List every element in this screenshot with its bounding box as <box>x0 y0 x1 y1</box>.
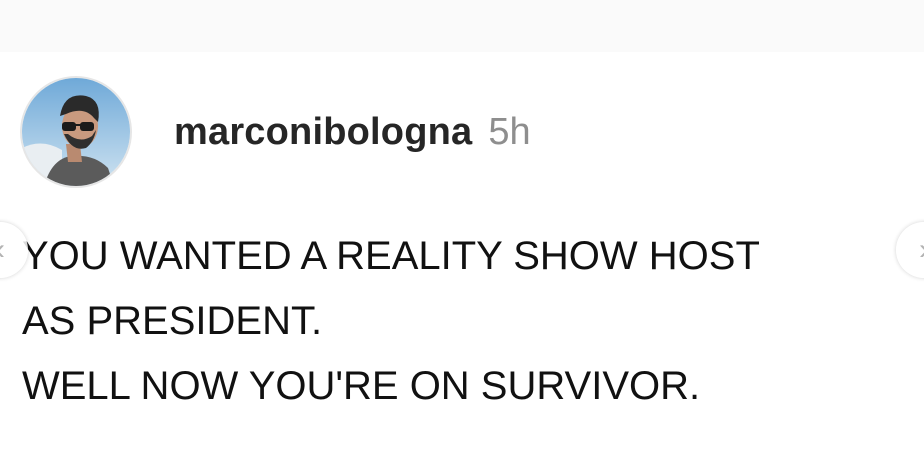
caption-line: WELL NOW YOU'RE ON SURVIVOR. <box>22 364 701 408</box>
chevron-left-icon: ‹ <box>0 233 5 267</box>
top-band <box>0 0 924 52</box>
post-header: marconibologna 5h <box>20 76 531 188</box>
caption: YOU WANTED A REALITY SHOW HOST AS PRESID… <box>22 224 882 419</box>
profile-photo-icon <box>22 78 130 186</box>
caption-line: YOU WANTED A REALITY SHOW HOST <box>22 234 760 278</box>
avatar[interactable] <box>20 76 132 188</box>
username[interactable]: marconibologna <box>174 111 472 154</box>
chevron-right-icon: › <box>919 233 924 267</box>
timestamp: 5h <box>488 110 531 153</box>
caption-line: AS PRESIDENT. <box>22 299 323 343</box>
story-post: marconibologna 5h YOU WANTED A REALITY S… <box>0 52 924 466</box>
next-button[interactable]: › <box>896 222 924 278</box>
